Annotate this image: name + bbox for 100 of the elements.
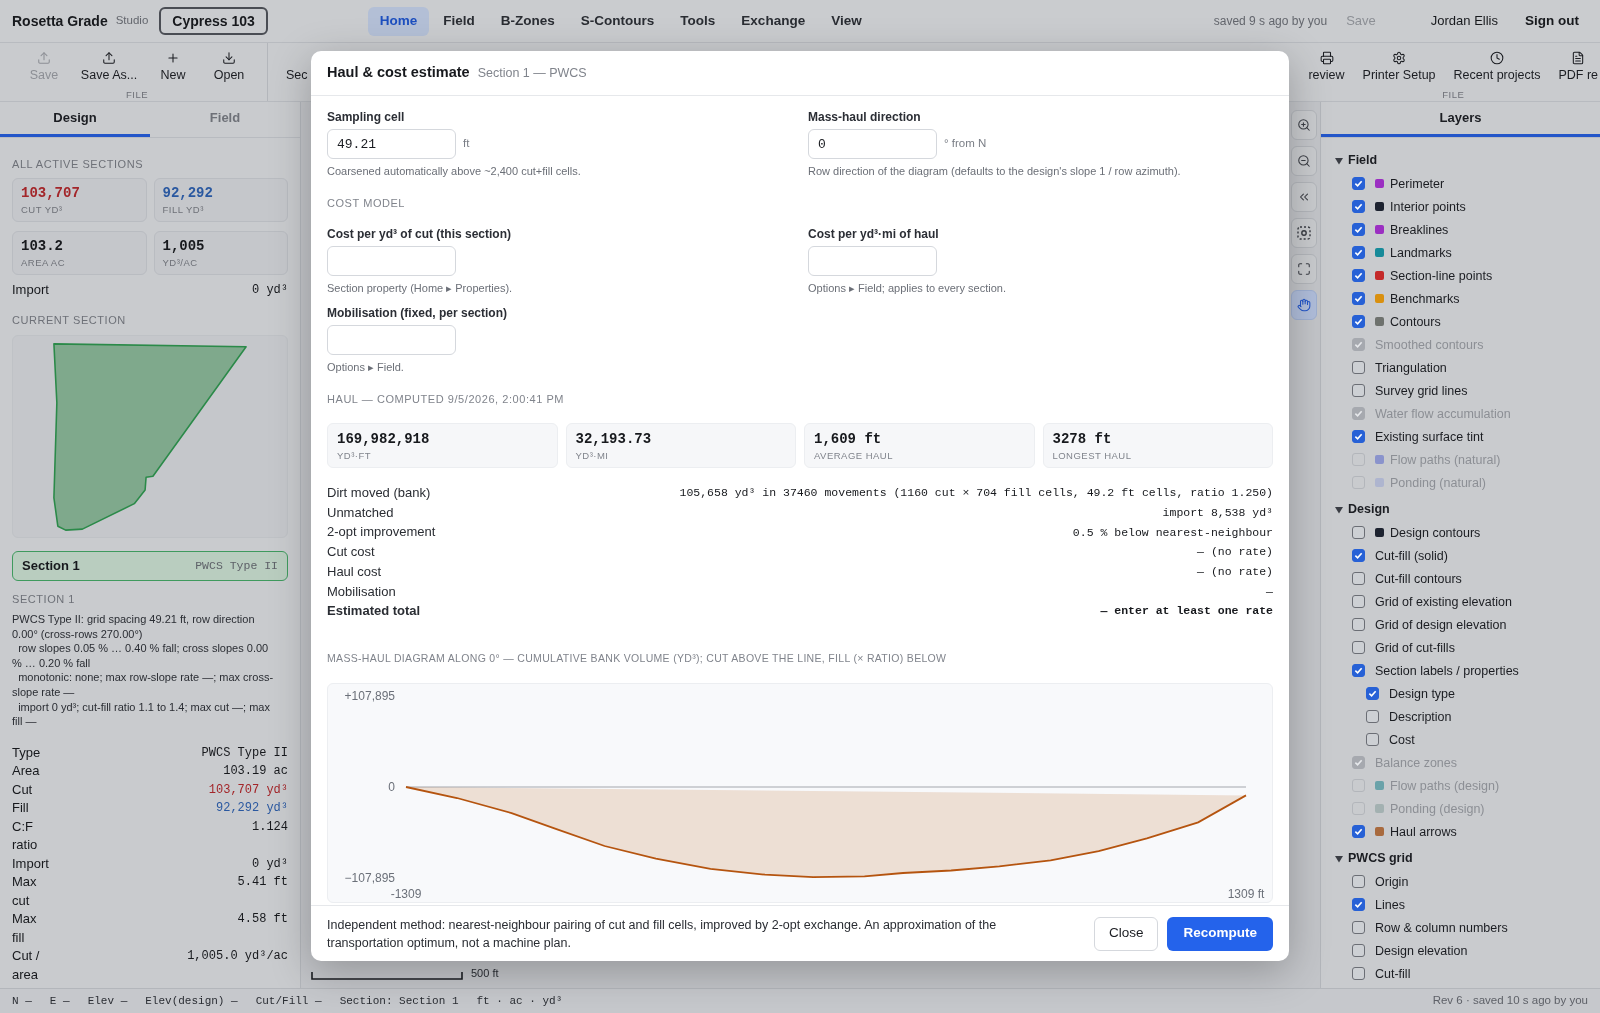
checkbox[interactable] <box>1352 664 1365 677</box>
sign-out-button[interactable]: Sign out <box>1525 10 1579 32</box>
toolbar-button[interactable]: Save As... <box>72 43 146 89</box>
zoom-in-button[interactable] <box>1291 110 1317 140</box>
layer-label: Grid of cut-fills <box>1375 639 1455 656</box>
app-name: Rosetta Grade <box>12 11 108 31</box>
checkbox[interactable] <box>1352 572 1365 585</box>
checkmark-icon <box>1354 827 1363 836</box>
fit-button[interactable] <box>1291 254 1317 284</box>
checkbox[interactable] <box>1352 223 1365 236</box>
toolbar-button[interactable]: PDF re <box>1558 43 1598 89</box>
nav-tab[interactable]: B-Zones <box>488 6 567 36</box>
collapse-button[interactable] <box>1291 182 1317 212</box>
select-button[interactable] <box>1291 218 1317 248</box>
toolbar-button[interactable]: Open <box>200 43 258 89</box>
layer-group-toggle[interactable]: PWCS grid <box>1321 847 1600 870</box>
toolbar-button[interactable]: review <box>1308 43 1345 89</box>
property-value: 92,292 yd³ <box>216 800 288 818</box>
checkbox[interactable] <box>1366 687 1379 700</box>
checkbox[interactable] <box>1352 921 1365 934</box>
checkbox[interactable] <box>1366 710 1379 723</box>
layer-label: Flow paths (natural) <box>1390 451 1501 468</box>
checkbox[interactable] <box>1352 200 1365 213</box>
field-label: Mobilisation (fixed, per section) <box>327 305 508 321</box>
close-button[interactable]: Close <box>1093 916 1159 951</box>
checkbox[interactable] <box>1352 595 1365 608</box>
toolbar-button[interactable]: New <box>146 43 200 89</box>
layer-group-toggle[interactable]: Field <box>1321 149 1600 172</box>
pan-button[interactable] <box>1291 290 1317 320</box>
property-value: 103.19 ac <box>223 763 288 781</box>
dialog-subtitle: Section 1 — PWCS <box>477 64 587 82</box>
property-label: Type <box>12 743 42 762</box>
panel-tab[interactable]: Design <box>0 102 150 137</box>
layer-label: Perimeter <box>1390 175 1445 192</box>
layer-label: Cut-fill (solid) <box>1375 547 1448 564</box>
nav-tab[interactable]: Field <box>431 6 487 36</box>
checkmark-icon <box>1354 340 1363 349</box>
layer-group-toggle[interactable]: Design <box>1321 498 1600 521</box>
result-value: — (no rate) <box>1197 544 1273 561</box>
field-label: Sampling cell <box>327 109 405 125</box>
checkbox[interactable] <box>1352 967 1365 980</box>
project-selector[interactable]: Cypress 103 <box>159 7 268 35</box>
layer-label: Interior points <box>1390 198 1466 215</box>
recompute-button[interactable]: Recompute <box>1167 916 1273 951</box>
input-field[interactable] <box>327 325 456 355</box>
section-item[interactable]: Section 1 PWCS Type II <box>12 551 288 581</box>
checkbox[interactable] <box>1352 549 1365 562</box>
checkmark-icon <box>1354 409 1363 418</box>
toolbar-button[interactable]: Recent projects <box>1453 43 1541 89</box>
field-hint: Coarsened automatically above ~2,400 cut+fill cells. <box>327 164 581 178</box>
nav-tab[interactable]: S-Contours <box>568 6 667 36</box>
checkbox[interactable] <box>1352 177 1365 190</box>
checkbox[interactable] <box>1352 269 1365 282</box>
status-readout: N — <box>12 993 32 1009</box>
nav-tab[interactable]: Exchange <box>729 6 818 36</box>
input-field[interactable]: 49.21 <box>327 129 456 159</box>
layer-label: Flow paths (design) <box>1390 777 1500 794</box>
nav-tab[interactable]: Home <box>367 6 430 36</box>
nav-tab[interactable]: Tools <box>668 6 728 36</box>
checkbox[interactable] <box>1352 246 1365 259</box>
field-hint: Row direction of the diagram (defaults to the design's slope 1 / row azimuth). <box>808 164 1181 178</box>
layer-label: Ponding (design) <box>1390 800 1485 817</box>
checkmark-icon <box>1354 758 1363 767</box>
input-field[interactable]: 0 <box>808 129 937 159</box>
checkmark-icon <box>1354 900 1363 909</box>
stat-label: LONGEST HAUL <box>1052 450 1133 462</box>
section-heading: ALL ACTIVE SECTIONS <box>12 157 145 171</box>
checkbox[interactable] <box>1352 361 1365 374</box>
checkbox[interactable] <box>1352 292 1365 305</box>
checkbox[interactable] <box>1352 315 1365 328</box>
property-label: Cut <box>12 780 34 799</box>
checkbox[interactable] <box>1352 875 1365 888</box>
layer-label: Grid of existing elevation <box>1375 593 1512 610</box>
result-value: — <box>1266 583 1273 600</box>
input-field[interactable] <box>327 246 456 276</box>
zoom-out-button[interactable] <box>1291 146 1317 176</box>
checkbox[interactable] <box>1352 898 1365 911</box>
result-value: 0.5 % below nearest-neighbour <box>1072 524 1273 541</box>
input-field[interactable] <box>808 246 937 276</box>
checkbox[interactable] <box>1352 618 1365 631</box>
checkbox[interactable] <box>1352 825 1365 838</box>
result-label: 2-opt improvement <box>327 523 436 542</box>
checkmark-icon <box>1354 271 1363 280</box>
toolbar-button[interactable]: Sec <box>286 67 308 83</box>
document-icon <box>1571 51 1586 65</box>
result-value: 105,658 yd³ in 37460 movements (1160 cut × 704 fill cells, 49.2 ft cells, ratio 1.250) <box>679 485 1273 502</box>
checkbox[interactable] <box>1352 384 1365 397</box>
checkbox[interactable] <box>1366 733 1379 746</box>
stat-value: 169,982,918 <box>337 430 431 448</box>
property-label: Import <box>12 854 50 873</box>
toolbar-button[interactable]: Printer Setup <box>1362 43 1436 89</box>
checkmark-icon <box>1354 432 1363 441</box>
checkbox[interactable] <box>1352 641 1365 654</box>
checkbox[interactable] <box>1352 526 1365 539</box>
nav-tab[interactable]: View <box>819 6 874 36</box>
panel-tab[interactable]: Layers <box>1321 102 1600 137</box>
stat-value: 103.2 <box>21 237 64 255</box>
checkbox[interactable] <box>1352 944 1365 957</box>
dashed-square-icon <box>1297 226 1311 240</box>
checkbox[interactable] <box>1352 430 1365 443</box>
